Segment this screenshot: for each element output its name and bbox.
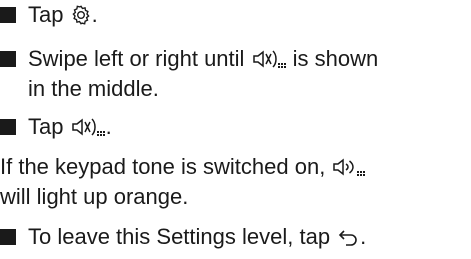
note-paragraph: If the keypad tone is switched on, will … xyxy=(0,152,367,212)
step-swipe: Swipe left or right until is shown in the… xyxy=(0,44,378,104)
step-text: Tap . xyxy=(28,114,112,139)
back-arrow-icon xyxy=(336,226,360,248)
step-text: Tap . xyxy=(28,2,98,27)
step-text: To leave this Settings level, tap . xyxy=(28,224,367,249)
step-text: Swipe left or right until is shown in the… xyxy=(28,46,379,101)
bullet-square xyxy=(0,119,16,135)
instruction-page: Tap . Swipe left or right until is shown… xyxy=(0,0,471,259)
bullet-square xyxy=(0,7,16,23)
step-tap-keypad-tone: Tap . xyxy=(0,112,112,142)
bullet-square xyxy=(0,51,16,67)
keypad-tone-off-icon xyxy=(251,48,287,70)
step-tap-settings: Tap . xyxy=(0,0,98,30)
step-leave-settings: To leave this Settings level, tap . xyxy=(0,222,366,252)
keypad-tone-off-icon xyxy=(70,116,106,138)
keypad-tone-on-icon xyxy=(331,156,367,178)
bullet-square xyxy=(0,229,16,245)
gear-icon xyxy=(70,4,92,26)
